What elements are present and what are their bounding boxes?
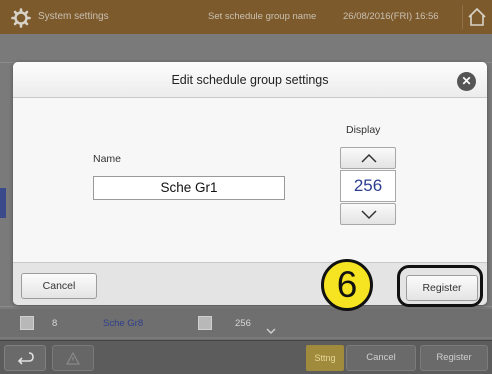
row-display-checkbox[interactable] xyxy=(198,316,212,330)
register-button[interactable]: Register xyxy=(420,345,488,371)
display-label: Display xyxy=(346,124,381,136)
display-increment-button[interactable] xyxy=(340,147,396,169)
home-button[interactable] xyxy=(462,5,488,29)
close-icon[interactable]: ✕ xyxy=(457,72,476,91)
cancel-button[interactable]: Cancel xyxy=(346,345,416,371)
selection-marker xyxy=(0,188,6,218)
table-row[interactable]: 8 Sche Gr8 256 xyxy=(0,309,492,337)
screen-title: Set schedule group name xyxy=(208,11,317,22)
top-bar: System settings Set schedule group name … xyxy=(0,0,492,34)
bottom-bar: Sttng Cancel Register xyxy=(0,340,492,374)
gear-icon xyxy=(11,8,31,28)
home-icon xyxy=(468,7,486,26)
name-field[interactable]: Sche Gr1 xyxy=(93,176,285,200)
warning-icon xyxy=(65,351,81,365)
register-highlight-ring xyxy=(397,265,483,307)
display-decrement-button[interactable] xyxy=(340,203,396,225)
row-checkbox[interactable] xyxy=(20,316,34,330)
alarm-button[interactable] xyxy=(52,345,94,371)
chevron-down-icon xyxy=(361,210,377,220)
display-value: 256 xyxy=(340,170,396,202)
row-number: 8 xyxy=(52,318,58,329)
back-button[interactable] xyxy=(4,345,46,371)
name-label: Name xyxy=(93,153,122,165)
row-display-value: 256 xyxy=(235,318,251,329)
chevron-down-icon[interactable] xyxy=(266,328,276,334)
step-number-badge: 6 xyxy=(321,259,373,311)
dialog-title: Edit schedule group settings xyxy=(171,73,329,87)
settings-tab-button[interactable]: Sttng xyxy=(306,345,344,371)
dialog-header: Edit schedule group settings ✕ xyxy=(13,62,487,98)
dialog-cancel-button[interactable]: Cancel xyxy=(21,273,97,299)
app-title: System settings xyxy=(38,11,109,22)
back-arrow-icon xyxy=(17,352,34,365)
row-group-name: Sche Gr8 xyxy=(103,318,144,329)
datetime: 26/08/2016(FRI) 16:56 xyxy=(343,11,439,22)
chevron-up-icon xyxy=(361,153,377,163)
